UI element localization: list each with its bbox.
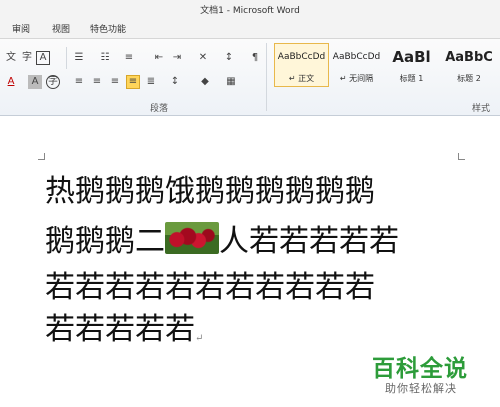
- margin-corner-top-right: [458, 153, 465, 160]
- sort-icon[interactable]: ↕: [222, 51, 236, 65]
- show-marks-icon[interactable]: ¶: [248, 51, 262, 65]
- margin-corner-top-left: [38, 153, 45, 160]
- style-no-spacing[interactable]: AaBbCcDd ↵ 无间隔: [329, 43, 384, 87]
- line-spacing-icon[interactable]: ↕: [168, 75, 182, 89]
- style-normal-name: ↵ 正文: [288, 74, 315, 83]
- char-border-icon[interactable]: A: [36, 51, 50, 65]
- paragraph-mark: ↵: [195, 333, 204, 344]
- pinyin-icon[interactable]: 文: [4, 51, 18, 65]
- multilevel-list-icon[interactable]: ≡: [122, 51, 136, 65]
- watermark-title: 百科全说: [372, 356, 468, 382]
- style-heading-1[interactable]: AaBl 标题 1: [384, 43, 439, 87]
- style-heading-2-name: 标题 2: [457, 74, 481, 83]
- ribbon-tabs: 审阅 视图 特色功能: [0, 18, 500, 39]
- chinese-layout-icon[interactable]: ✕: [196, 51, 210, 65]
- style-heading-2[interactable]: AaBbC 标题 2: [439, 43, 499, 87]
- document-line-2-text-after: 人若若若若若: [219, 224, 399, 259]
- document-line-2: 鹅鹅鹅二 人若若若若若: [45, 222, 399, 260]
- align-left-icon[interactable]: ≡: [72, 75, 86, 89]
- title-bar: 文档1 - Microsoft Word: [0, 0, 500, 18]
- document-line-2-text: 鹅鹅鹅二: [45, 224, 165, 259]
- style-normal-sample: AaBbCcDd: [277, 52, 326, 62]
- style-no-spacing-sample: AaBbCcDd: [332, 52, 381, 62]
- document-line-4: 若若若若若↵: [45, 312, 203, 357]
- separator: [66, 47, 67, 69]
- styles-group-label: 样式: [472, 104, 491, 114]
- char-shading-icon[interactable]: A: [28, 75, 42, 89]
- justify-icon[interactable]: ≡: [126, 75, 140, 89]
- enclose-char-icon[interactable]: 字: [20, 51, 34, 65]
- ribbon: 文 字 A ☰ ☷ ≡ ⇤ ⇥ ✕ ↕ ¶ A A 字 ≡ ≡ ≡ ≡ ≣ ↕ …: [0, 39, 500, 116]
- font-color-icon[interactable]: A: [4, 75, 18, 89]
- document-line-3: 若若若若若若若若若若若: [45, 270, 375, 305]
- window-title: 文档1 - Microsoft Word: [200, 6, 300, 16]
- document-line-1: 热鹅鹅鹅饿鹅鹅鹅鹅鹅鹅: [45, 174, 375, 209]
- increase-indent-icon[interactable]: ⇥: [170, 51, 184, 65]
- watermark-subtitle: 助你轻松解决: [385, 382, 457, 395]
- bullets-icon[interactable]: ☰: [72, 51, 86, 65]
- style-normal[interactable]: AaBbCcDd ↵ 正文: [274, 43, 329, 87]
- borders-icon[interactable]: ▦: [224, 75, 238, 89]
- tab-view[interactable]: 视图: [52, 22, 70, 35]
- separator: [266, 43, 267, 111]
- document-line-4-text: 若若若若若: [45, 312, 195, 347]
- paragraph-group-label: 段落: [150, 104, 169, 114]
- tab-special-features[interactable]: 特色功能: [90, 22, 126, 35]
- style-no-spacing-name: ↵ 无间隔: [339, 74, 374, 83]
- numbering-icon[interactable]: ☷: [98, 51, 112, 65]
- shading-icon[interactable]: ◆: [198, 75, 212, 89]
- cherries-image[interactable]: [165, 222, 219, 254]
- style-heading-1-name: 标题 1: [399, 74, 424, 83]
- tab-review[interactable]: 审阅: [12, 22, 30, 35]
- style-heading-1-sample: AaBl: [392, 48, 431, 66]
- align-right-icon[interactable]: ≡: [108, 75, 122, 89]
- decrease-indent-icon[interactable]: ⇤: [152, 51, 166, 65]
- enclose-char-icon[interactable]: 字: [46, 75, 60, 89]
- style-heading-2-sample: AaBbC: [445, 50, 493, 65]
- center-icon[interactable]: ≡: [90, 75, 104, 89]
- distributed-icon[interactable]: ≣: [144, 75, 158, 89]
